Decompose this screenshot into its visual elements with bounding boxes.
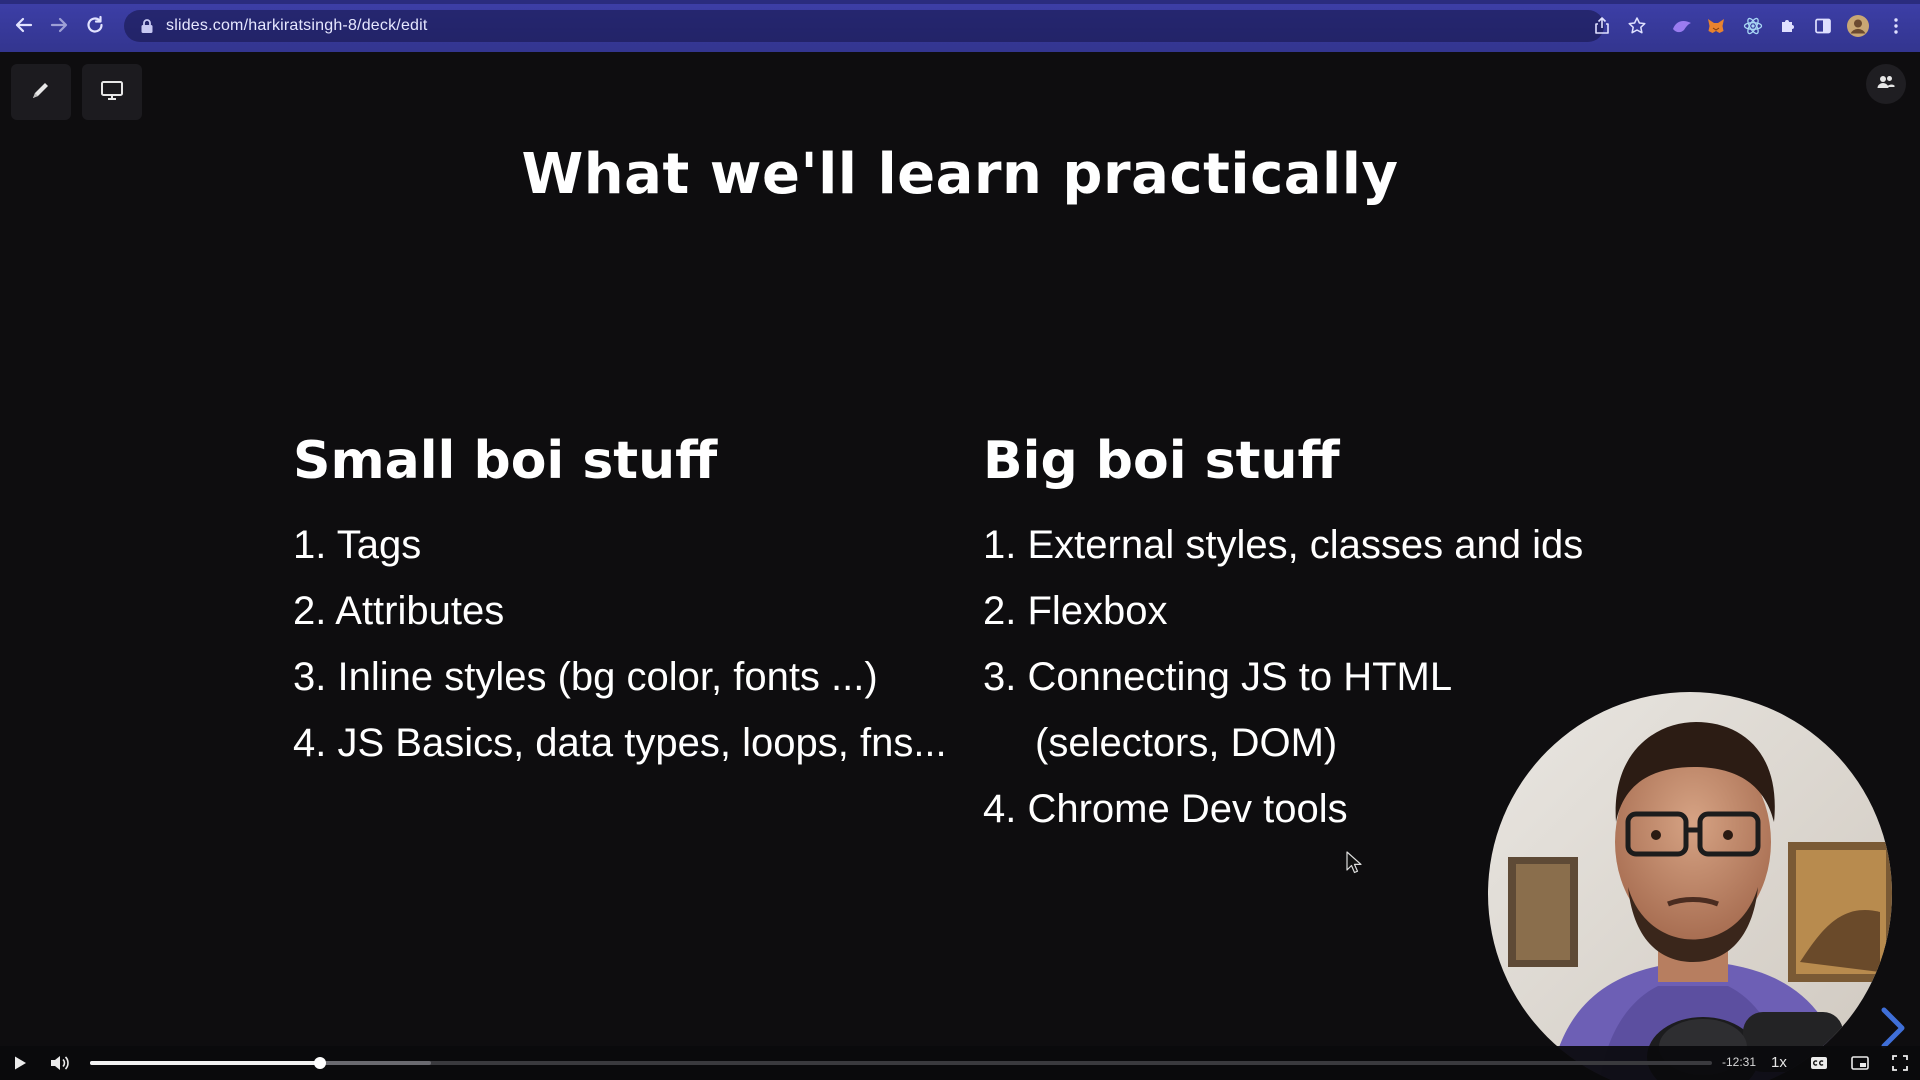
browser-toolbar: slides.com/harkiratsingh-8/deck/edit xyxy=(0,0,1920,52)
presenter-webcam xyxy=(1488,692,1892,1080)
picture-in-picture-icon[interactable] xyxy=(1848,1051,1872,1075)
extension-purple-icon[interactable] xyxy=(1670,14,1694,38)
list-item: 3. Inline styles (bg color, fonts ...) xyxy=(293,655,878,699)
list-item: 2. Flexbox xyxy=(983,589,1168,633)
arrow-right-icon[interactable] xyxy=(47,14,71,38)
right-column-heading: Big boi stuff xyxy=(983,431,1340,491)
next-slide-chevron-icon[interactable] xyxy=(1876,1006,1910,1050)
puzzle-extensions-icon[interactable] xyxy=(1776,14,1800,38)
fullscreen-icon[interactable] xyxy=(1888,1051,1912,1075)
arrow-left-icon[interactable] xyxy=(12,14,36,38)
list-item-continuation-text: (selectors, DOM) xyxy=(1035,721,1338,765)
list-item: 2. Attributes xyxy=(293,589,505,633)
play-icon[interactable] xyxy=(8,1051,32,1075)
share-icon[interactable] xyxy=(1590,14,1614,38)
left-column-heading: Small boi stuff xyxy=(293,431,718,491)
pen-tool-button[interactable] xyxy=(11,64,71,120)
captions-icon[interactable] xyxy=(1807,1051,1831,1075)
left-column-list: 1. Tags 2. Attributes 3. Inline styles (… xyxy=(293,512,947,776)
list-item: 4. JS Basics, data types, loops, fns... xyxy=(293,721,947,765)
kebab-menu-icon[interactable] xyxy=(1884,14,1908,38)
progress-scrubber-handle[interactable] xyxy=(314,1057,327,1069)
slide-title: What we'll learn practically xyxy=(521,142,1399,207)
collaborators-button[interactable] xyxy=(1866,64,1906,104)
list-item: 4. Chrome Dev tools xyxy=(983,787,1348,831)
address-bar[interactable]: slides.com/harkiratsingh-8/deck/edit xyxy=(124,10,1604,42)
right-column-list: 1. External styles, classes and ids 2. F… xyxy=(983,512,1583,842)
time-remaining: -12:31 xyxy=(1722,1055,1757,1069)
right-column: Big boi stuff 1. External styles, classe… xyxy=(983,430,1583,842)
progress-bar[interactable] xyxy=(90,1057,1712,1069)
list-item: 1. External styles, classes and ids xyxy=(983,523,1584,567)
progress-played xyxy=(90,1061,321,1065)
playback-speed-button[interactable]: 1x xyxy=(1771,1054,1787,1071)
video-controls: -12:31 1x xyxy=(0,1046,1920,1080)
side-panel-icon[interactable] xyxy=(1811,14,1835,38)
pen-icon xyxy=(29,78,53,106)
reload-icon[interactable] xyxy=(83,14,107,38)
present-mode-button[interactable] xyxy=(82,64,142,120)
list-item: 1. Tags xyxy=(293,523,422,567)
profile-avatar[interactable] xyxy=(1846,14,1870,38)
list-item-continuation: (selectors, DOM) xyxy=(983,710,1583,776)
left-column: Small boi stuff 1. Tags 2. Attributes 3.… xyxy=(293,430,947,776)
list-item: 3. Connecting JS to HTML xyxy=(983,655,1453,699)
metamask-fox-icon[interactable] xyxy=(1704,14,1728,38)
volume-icon[interactable] xyxy=(47,1051,71,1075)
star-icon[interactable] xyxy=(1625,14,1649,38)
lock-icon xyxy=(140,18,154,34)
react-devtools-icon[interactable] xyxy=(1741,14,1765,38)
mouse-cursor-icon xyxy=(1346,851,1362,875)
url-text: slides.com/harkiratsingh-8/deck/edit xyxy=(166,17,428,34)
monitor-icon xyxy=(100,79,124,105)
users-icon xyxy=(1876,73,1896,95)
screen: slides.com/harkiratsingh-8/deck/edit Wha… xyxy=(0,0,1920,1080)
